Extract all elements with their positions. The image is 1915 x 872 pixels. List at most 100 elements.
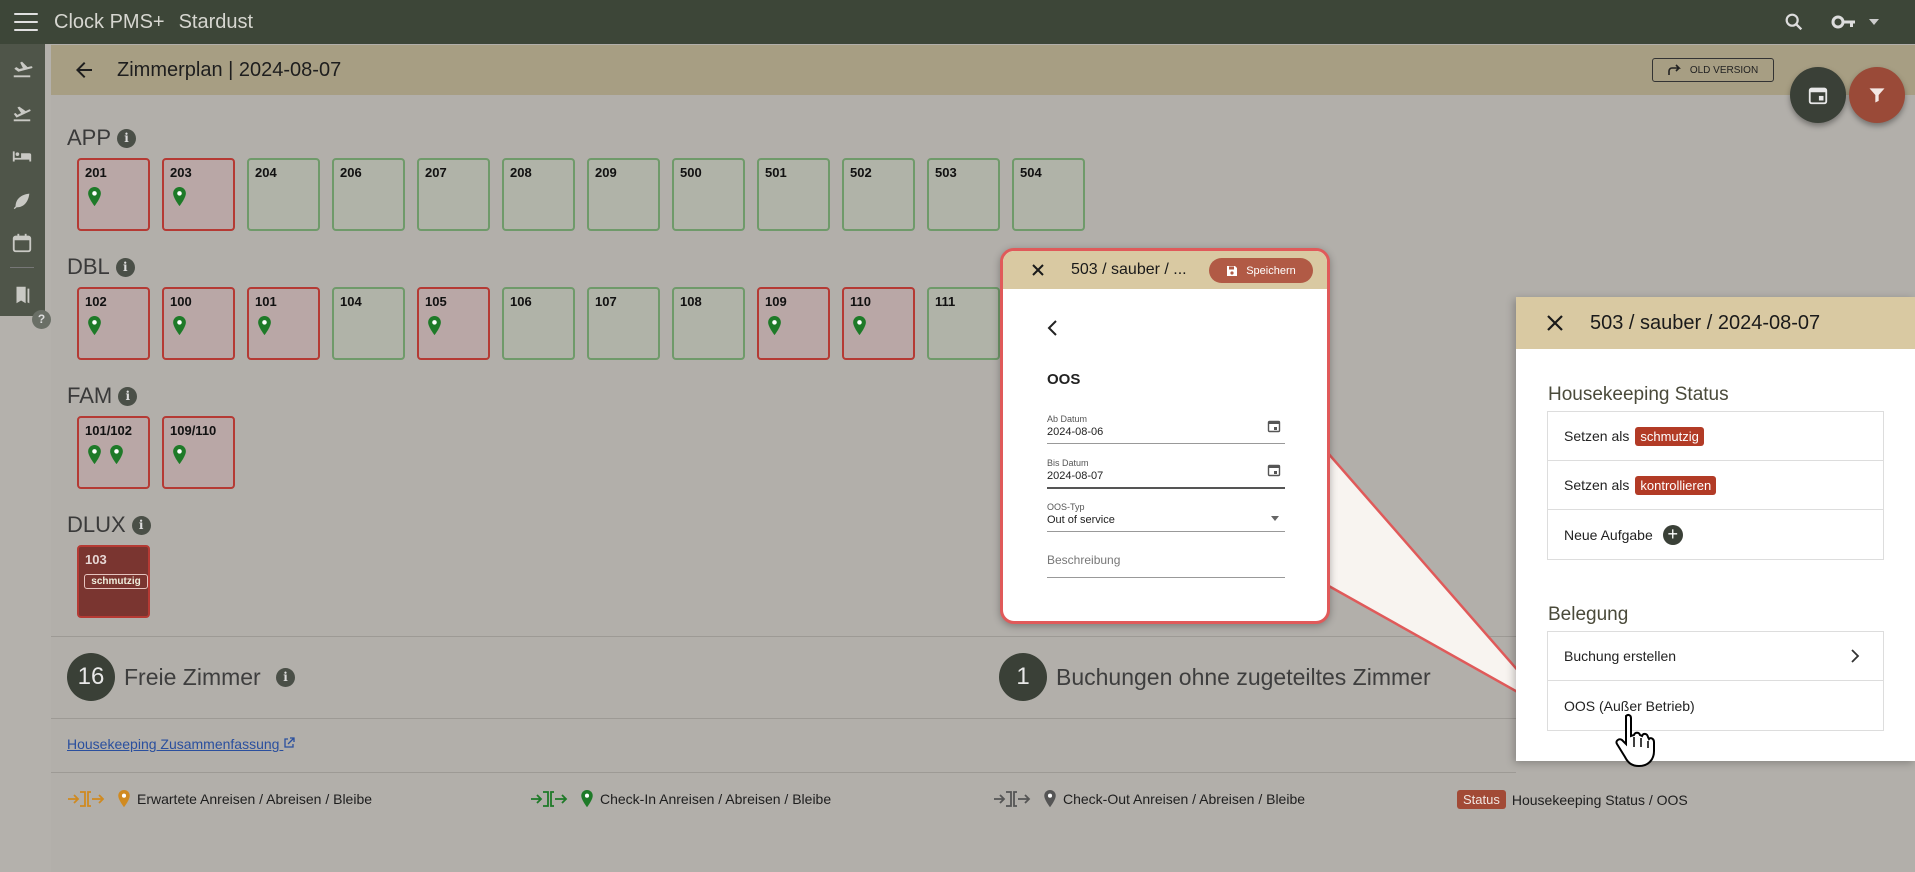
room-tile[interactable]: 101 <box>247 287 320 360</box>
housekeeping-summary-link[interactable]: Housekeeping Zusammenfassung <box>67 736 296 752</box>
free-rooms-label[interactable]: Freie Zimmer <box>124 664 261 691</box>
back-arrow-icon[interactable] <box>72 58 96 82</box>
room-tile[interactable]: 111 <box>927 287 1000 360</box>
pin-green-icon <box>173 187 186 207</box>
legend-label: Housekeeping Status / OOS <box>1511 791 1688 808</box>
room-tile[interactable]: 100 <box>162 287 235 360</box>
room-number: 101 <box>255 294 277 309</box>
menu-icon[interactable] <box>14 13 38 31</box>
info-icon[interactable]: i <box>115 257 135 277</box>
search-icon[interactable] <box>1783 11 1805 33</box>
oos-action[interactable]: OOS (Außer Betrieb) <box>1548 681 1883 730</box>
save-label: Speichern <box>1246 264 1296 277</box>
pin-green-icon <box>768 316 781 336</box>
room-tile[interactable]: 101/102 <box>77 416 150 489</box>
room-tile[interactable]: 501 <box>757 158 830 231</box>
room-tile[interactable]: 105 <box>417 287 490 360</box>
chevron-down-icon[interactable] <box>1869 19 1879 25</box>
room-tile[interactable]: 203 <box>162 158 235 231</box>
room-tile[interactable]: 107 <box>587 287 660 360</box>
description-field[interactable]: Beschreibung <box>1047 551 1285 578</box>
room-tile[interactable]: 104 <box>332 287 405 360</box>
filter-fab[interactable] <box>1849 67 1905 123</box>
dropdown-arrow-icon <box>1271 516 1279 521</box>
room-tile[interactable]: 206 <box>332 158 405 231</box>
category-label: DBL <box>67 254 110 279</box>
room-tile[interactable]: 201 <box>77 158 150 231</box>
room-number: 109/110 <box>170 423 217 438</box>
set-as-label: Setzen als <box>1564 428 1630 444</box>
room-number: 207 <box>425 165 447 180</box>
room-number: 502 <box>850 165 872 180</box>
info-icon[interactable]: i <box>131 515 151 535</box>
room-number: 100 <box>170 294 192 309</box>
set-dirty-action[interactable]: Setzen als schmutzig <box>1548 412 1883 461</box>
room-number: 106 <box>510 294 532 309</box>
new-task-action[interactable]: Neue Aufgabe + <box>1548 510 1883 559</box>
info-icon[interactable]: i <box>118 386 138 406</box>
chevron-left-icon[interactable] <box>1045 319 1059 337</box>
app-title: Clock PMS+ <box>54 10 165 33</box>
room-number: 107 <box>595 294 617 309</box>
room-tile[interactable]: 500 <box>672 158 745 231</box>
room-tile[interactable]: 208 <box>502 158 575 231</box>
room-tile[interactable]: 204 <box>247 158 320 231</box>
legend-label: Check-Out Anreisen / Abreisen / Bleibe <box>1063 791 1306 807</box>
arrivals-departures-icon <box>994 791 1031 807</box>
set-inspect-action[interactable]: Setzen als kontrollieren <box>1548 461 1883 510</box>
calendar-icon[interactable] <box>1267 419 1281 433</box>
create-booking-label: Buchung erstellen <box>1564 648 1677 664</box>
field-value: 2024-08-06 <box>1047 426 1104 438</box>
field-value: Out of service <box>1047 514 1115 526</box>
pin-green-icon <box>88 445 101 465</box>
room-tile[interactable]: 108 <box>672 287 745 360</box>
status-badge: Status <box>1457 790 1506 809</box>
info-icon[interactable]: i <box>276 668 295 687</box>
leaf-icon[interactable] <box>11 189 33 211</box>
create-booking-action[interactable]: Buchung erstellen <box>1548 632 1883 681</box>
save-button[interactable]: Speichern <box>1209 258 1313 283</box>
room-tile[interactable]: 102 <box>77 287 150 360</box>
side-rail <box>0 44 45 316</box>
room-tile[interactable]: 503 <box>927 158 1000 231</box>
occupancy-actions: Buchung erstellen OOS (Außer Betrieb) <box>1547 631 1884 731</box>
old-version-button[interactable]: OLD VERSION <box>1652 58 1774 82</box>
room-tile[interactable]: 110 <box>842 287 915 360</box>
room-tile[interactable]: 209 <box>587 158 660 231</box>
to-date-field[interactable]: Bis Datum 2024-08-07 <box>1047 458 1285 489</box>
room-tile[interactable]: 106 <box>502 287 575 360</box>
flight-land-icon[interactable] <box>11 58 33 80</box>
room-tile[interactable]: 502 <box>842 158 915 231</box>
close-icon[interactable] <box>1031 263 1045 277</box>
from-date-field[interactable]: Ab Datum 2024-08-06 <box>1047 414 1285 444</box>
room-tile[interactable]: 109 <box>757 287 830 360</box>
bookmarks-icon[interactable] <box>11 284 33 306</box>
hotel-name[interactable]: Stardust <box>179 11 253 34</box>
pin-green-icon <box>428 316 441 336</box>
flight-takeoff-icon[interactable] <box>11 102 33 124</box>
oos-type-select[interactable]: OOS-Typ Out of service <box>1047 502 1285 532</box>
room-tile[interactable]: 109/110 <box>162 416 235 489</box>
room-tile[interactable]: 103 schmutzig <box>77 545 150 618</box>
info-icon[interactable]: i <box>117 128 137 148</box>
key-icon[interactable] <box>1831 11 1857 33</box>
field-label: Bis Datum <box>1047 458 1089 468</box>
category-label: DLUX <box>67 512 126 537</box>
unassigned-label[interactable]: Buchungen ohne zugeteiltes Zimmer <box>1056 664 1431 691</box>
calendar-fab[interactable] <box>1790 67 1846 123</box>
help-icon[interactable]: ? <box>32 310 51 329</box>
room-tile[interactable]: 207 <box>417 158 490 231</box>
room-tile[interactable]: 504 <box>1012 158 1085 231</box>
add-icon: + <box>1662 524 1683 545</box>
redo-icon <box>1668 64 1681 75</box>
room-number: 105 <box>425 294 447 309</box>
pin-green-icon <box>581 790 593 808</box>
calendar-icon[interactable] <box>1267 463 1281 477</box>
legend-label: Erwartete Anreisen / Abreisen / Bleibe <box>137 791 373 807</box>
save-icon <box>1227 265 1238 276</box>
pin-green-icon <box>173 445 186 465</box>
legend-status: Status Housekeeping Status / OOS <box>1457 790 1688 809</box>
calendar-icon[interactable] <box>11 232 33 254</box>
bed-icon[interactable] <box>11 145 33 167</box>
close-icon[interactable] <box>1546 314 1564 332</box>
